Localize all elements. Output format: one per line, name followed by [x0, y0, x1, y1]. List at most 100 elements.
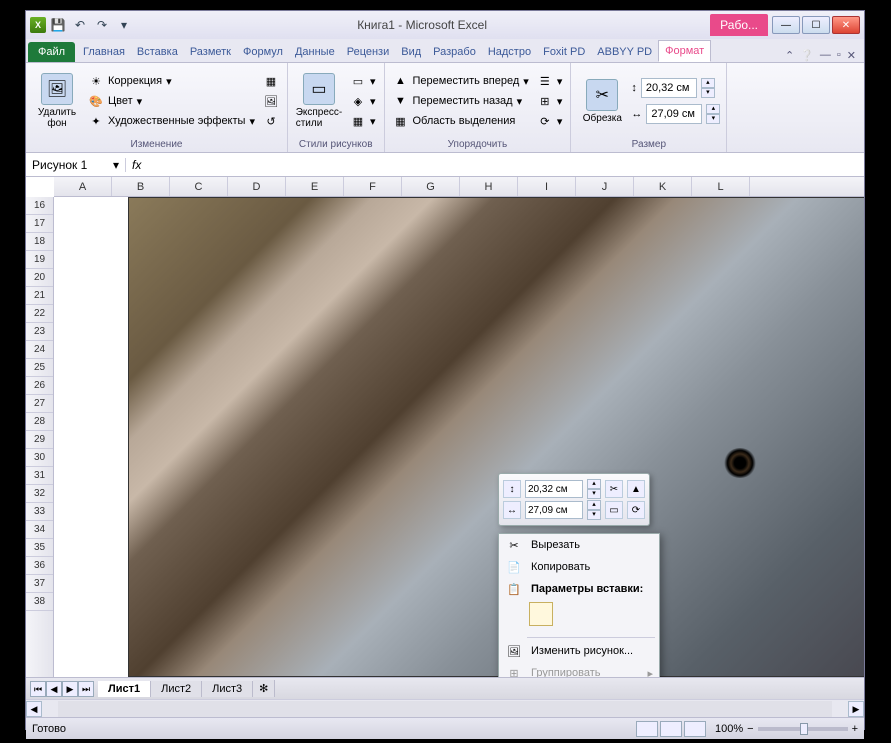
tab-file[interactable]: Файл	[28, 42, 75, 62]
tab-format[interactable]: Формат	[658, 40, 711, 62]
sheet-tab-1[interactable]: Лист1	[98, 681, 151, 697]
picture-tools-context-tab[interactable]: Рабо...	[710, 14, 768, 36]
sheet-tab-2[interactable]: Лист2	[151, 681, 202, 697]
picture-layout-button[interactable]: ▦▾	[348, 112, 378, 130]
cells-area[interactable]: ↕ ▴▾ ✂ ▲ ↔ ▴▾ ▭ ⟳ ✂Вырезать	[54, 197, 864, 677]
name-box[interactable]: Рисунок 1 ▾	[26, 158, 126, 172]
paste-option-button[interactable]	[529, 602, 553, 626]
mini-height-spinner[interactable]: ▴▾	[587, 479, 601, 499]
menu-change-picture[interactable]: 🖼Изменить рисунок...	[499, 640, 659, 662]
col-header[interactable]: K	[634, 177, 692, 196]
col-header[interactable]: A	[54, 177, 112, 196]
maximize-button[interactable]: ☐	[802, 16, 830, 34]
artistic-effects-button[interactable]: ✦Художественные эффекты ▾	[86, 112, 257, 130]
row-header[interactable]: 26	[26, 377, 53, 395]
crop-button[interactable]: ✂ Обрезка	[577, 77, 627, 126]
row-header[interactable]: 23	[26, 323, 53, 341]
sheet-tab-3[interactable]: Лист3	[202, 681, 253, 697]
tab-home[interactable]: Главная	[77, 42, 131, 62]
row-header[interactable]: 32	[26, 485, 53, 503]
picture-styles-button[interactable]: ▭ Экспресс-стили	[294, 71, 344, 131]
redo-icon[interactable]: ↷	[92, 15, 112, 35]
width-spinner[interactable]: ▴▾	[706, 104, 720, 124]
tab-nav-next[interactable]: ▶	[62, 681, 78, 697]
reset-picture-button[interactable]: ↺	[261, 112, 281, 130]
row-header[interactable]: 30	[26, 449, 53, 467]
row-header[interactable]: 24	[26, 341, 53, 359]
new-sheet-button[interactable]: ✻	[253, 680, 275, 697]
menu-cut[interactable]: ✂Вырезать	[499, 534, 659, 556]
row-header[interactable]: 25	[26, 359, 53, 377]
color-button[interactable]: 🎨Цвет ▾	[86, 92, 257, 110]
col-header[interactable]: L	[692, 177, 750, 196]
row-header[interactable]: 18	[26, 233, 53, 251]
group-button[interactable]: ⊞▾	[535, 92, 565, 110]
name-box-dropdown-icon[interactable]: ▾	[113, 158, 119, 172]
tab-foxit[interactable]: Foxit PD	[537, 42, 591, 62]
inserted-picture[interactable]	[128, 197, 864, 677]
view-page-break-button[interactable]	[684, 721, 706, 737]
tab-formulas[interactable]: Формул	[237, 42, 289, 62]
row-header[interactable]: 19	[26, 251, 53, 269]
row-header[interactable]: 16	[26, 197, 53, 215]
row-header[interactable]: 17	[26, 215, 53, 233]
col-header[interactable]: J	[576, 177, 634, 196]
col-header[interactable]: D	[228, 177, 286, 196]
compress-pictures-button[interactable]: ▦	[261, 72, 281, 90]
view-normal-button[interactable]	[636, 721, 658, 737]
row-header[interactable]: 22	[26, 305, 53, 323]
picture-border-button[interactable]: ▭▾	[348, 72, 378, 90]
col-header[interactable]: H	[460, 177, 518, 196]
zoom-in-button[interactable]: +	[852, 723, 858, 735]
save-icon[interactable]: 💾	[48, 15, 68, 35]
formula-input[interactable]	[147, 158, 647, 172]
tab-addins[interactable]: Надстро	[482, 42, 537, 62]
qat-dropdown-icon[interactable]: ▾	[114, 15, 134, 35]
menu-copy[interactable]: 📄Копировать	[499, 556, 659, 578]
undo-icon[interactable]: ↶	[70, 15, 90, 35]
tab-page-layout[interactable]: Разметк	[184, 42, 237, 62]
row-header[interactable]: 28	[26, 413, 53, 431]
row-header[interactable]: 20	[26, 269, 53, 287]
send-backward-button[interactable]: ▼Переместить назад ▾	[391, 92, 531, 110]
rotate-button[interactable]: ⟳▾	[535, 112, 565, 130]
picture-effects-button[interactable]: ◈▾	[348, 92, 378, 110]
col-header[interactable]: G	[402, 177, 460, 196]
horizontal-scrollbar[interactable]: ◀ ▶	[26, 699, 864, 717]
row-header[interactable]: 36	[26, 557, 53, 575]
col-header[interactable]: E	[286, 177, 344, 196]
change-picture-button[interactable]: 🖼	[261, 92, 281, 110]
tab-nav-prev[interactable]: ◀	[46, 681, 62, 697]
row-header[interactable]: 34	[26, 521, 53, 539]
minimize-button[interactable]: —	[772, 16, 800, 34]
align-button[interactable]: ☰▾	[535, 72, 565, 90]
remove-background-button[interactable]: 🖼 Удалить фон	[32, 71, 82, 131]
shape-height-input[interactable]	[641, 78, 697, 98]
corrections-button[interactable]: ☀Коррекция ▾	[86, 72, 257, 90]
fx-icon[interactable]: fx	[132, 158, 141, 172]
row-header[interactable]: 37	[26, 575, 53, 593]
tab-review[interactable]: Рецензи	[341, 42, 396, 62]
col-header[interactable]: B	[112, 177, 170, 196]
mini-width-input[interactable]	[525, 501, 583, 519]
row-header[interactable]: 33	[26, 503, 53, 521]
window-minimize-icon[interactable]: —	[820, 49, 831, 62]
tab-nav-first[interactable]: ⏮	[30, 681, 46, 697]
tab-abbyy[interactable]: ABBYY PD	[591, 42, 658, 62]
shape-width-input[interactable]	[646, 104, 702, 124]
help-icon[interactable]: ❔	[800, 49, 814, 62]
scroll-right-icon[interactable]: ▶	[848, 701, 864, 717]
row-header[interactable]: 38	[26, 593, 53, 611]
selection-pane-button[interactable]: ▦Область выделения	[391, 112, 531, 130]
tab-developer[interactable]: Разрабо	[427, 42, 482, 62]
mini-height-input[interactable]	[525, 480, 583, 498]
rotate-icon[interactable]: ⟳	[627, 501, 645, 519]
zoom-slider[interactable]	[758, 727, 848, 731]
minimize-ribbon-icon[interactable]: ⌃	[785, 49, 794, 62]
tab-view[interactable]: Вид	[395, 42, 427, 62]
tab-data[interactable]: Данные	[289, 42, 341, 62]
tab-insert[interactable]: Вставка	[131, 42, 184, 62]
zoom-out-button[interactable]: −	[747, 723, 753, 735]
tab-nav-last[interactable]: ⏭	[78, 681, 94, 697]
row-header[interactable]: 35	[26, 539, 53, 557]
